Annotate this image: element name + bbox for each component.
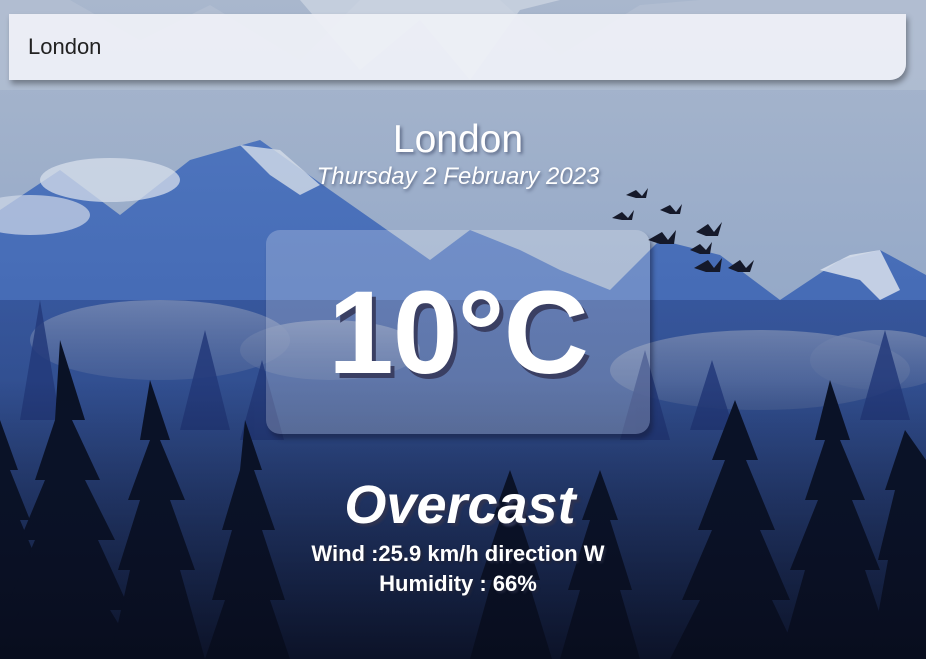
temperature-card: 10°C [266,230,650,434]
temperature-value: 10°C [328,267,589,399]
location-name: London [392,118,524,161]
search-input[interactable] [9,14,906,80]
wind-info: Wind :25.9 km/h direction W [311,541,605,566]
weather-condition: Overcast [344,475,576,535]
search-bar [9,14,906,80]
humidity-info: Humidity : 66% [379,571,537,596]
weather-app: London Thursday 2 February 2023 10°C Ove… [0,0,926,659]
current-date: Thursday 2 February 2023 [316,163,600,190]
